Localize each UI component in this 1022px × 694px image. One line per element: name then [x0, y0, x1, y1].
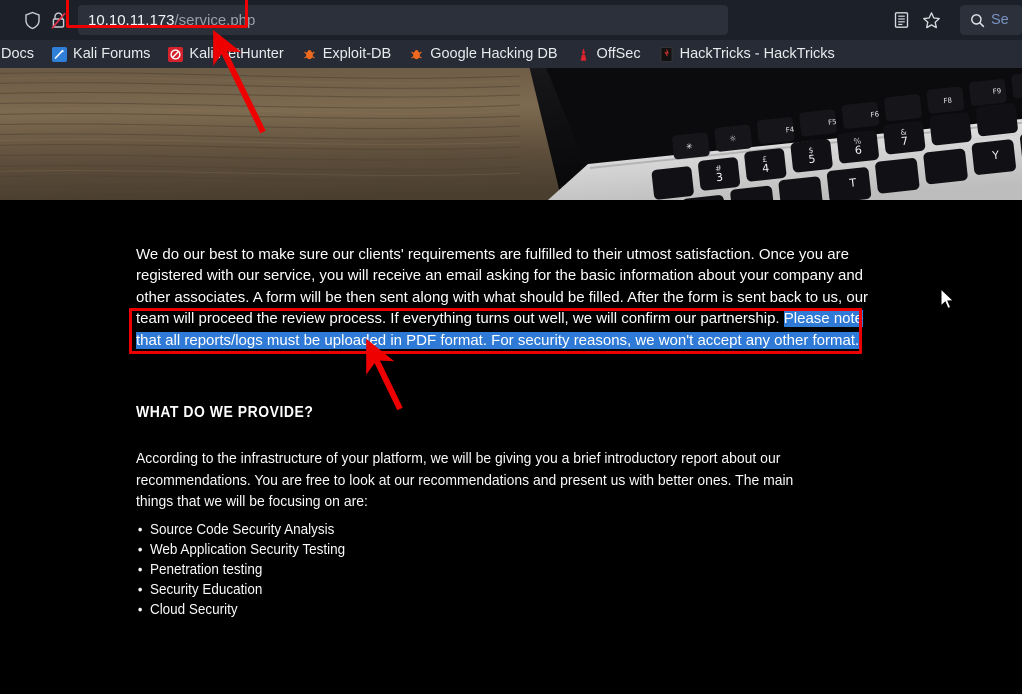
bookmarks-bar: Docs Kali Forums Kali NetHunter Exploit-… — [0, 40, 1022, 68]
kali-forums-icon — [52, 46, 68, 62]
bookmark-label: Docs — [1, 46, 35, 62]
svg-text:F6: F6 — [870, 110, 880, 119]
bookmark-label: OffSec — [596, 46, 641, 62]
intro-paragraph: We do our best to make sure our clients'… — [136, 244, 884, 351]
list-item: Security Education — [136, 579, 345, 600]
bookmark-star-icon[interactable] — [916, 5, 946, 35]
search-icon — [971, 13, 985, 27]
reader-view-icon[interactable] — [886, 5, 916, 35]
bookmark-kali-forums[interactable]: Kali Forums — [43, 46, 159, 62]
browser-toolbar: 10.10.11.173/service.php Se — [0, 0, 1022, 40]
svg-text:&: & — [900, 127, 907, 137]
browser-window: 10.10.11.173/service.php Se Docs Kali Fo… — [0, 0, 1022, 694]
list-item: Web Application Security Testing — [136, 539, 345, 560]
svg-text:#: # — [715, 164, 723, 174]
search-box[interactable]: Se — [960, 5, 1022, 35]
kali-nethunter-icon — [168, 46, 184, 62]
shield-icon[interactable] — [24, 11, 41, 30]
bookmark-label: HackTricks - HackTricks — [679, 46, 835, 62]
svg-text:F5: F5 — [828, 118, 837, 127]
list-item: Cloud Security — [136, 599, 345, 620]
svg-text:F9: F9 — [992, 87, 1001, 96]
bookmark-label: Kali NetHunter — [189, 46, 284, 62]
list-item: Source Code Security Analysis — [136, 519, 345, 540]
url-bar-container: 10.10.11.173/service.php — [66, 0, 728, 35]
hero-image: ✳ ☼ F4 F5 F6 F8 F9 3 4 5 6 7 # £ $ % & T… — [0, 68, 1022, 200]
intro-paragraph-plain: We do our best to make sure our clients'… — [136, 246, 869, 328]
bookmark-label: Exploit-DB — [322, 46, 392, 62]
insecure-lock-icon[interactable] — [50, 11, 67, 30]
toolbar-right-icons: Se — [886, 0, 1022, 40]
provide-paragraph: According to the infrastructure of your … — [136, 450, 794, 510]
bookmark-exploit-db[interactable]: Exploit-DB — [293, 46, 401, 62]
url-host: 10.10.11.173 — [88, 11, 175, 29]
services-list: Source Code Security Analysis Web Applic… — [136, 519, 345, 620]
toolbar-left-icons — [0, 11, 67, 30]
hacktricks-icon — [660, 46, 673, 62]
svg-text:☼: ☼ — [729, 134, 737, 144]
url-path: /service.php — [174, 11, 256, 29]
url-bar[interactable]: 10.10.11.173/service.php — [78, 5, 728, 35]
svg-text:F8: F8 — [943, 96, 952, 105]
bookmark-kali-nethunter[interactable]: Kali NetHunter — [159, 46, 292, 62]
bookmark-hacktricks[interactable]: HackTricks - HackTricks — [650, 46, 844, 62]
svg-text:F4: F4 — [785, 126, 795, 135]
bookmark-docs[interactable]: Docs — [0, 46, 43, 62]
offsec-icon — [580, 47, 586, 61]
bookmark-label: Kali Forums — [73, 46, 151, 62]
google-hacking-db-icon — [411, 49, 422, 59]
svg-text:%: % — [853, 136, 862, 146]
exploit-db-icon — [303, 49, 315, 59]
page-viewport: ✳ ☼ F4 F5 F6 F8 F9 3 4 5 6 7 # £ $ % & T… — [0, 68, 1022, 694]
svg-text:✳: ✳ — [685, 142, 693, 152]
bookmark-offsec[interactable]: OffSec — [567, 46, 650, 62]
bookmark-google-hacking-db[interactable]: Google Hacking DB — [400, 46, 566, 62]
list-item: Penetration testing — [136, 559, 345, 580]
bookmark-label: Google Hacking DB — [430, 46, 558, 62]
svg-text:£: £ — [762, 155, 768, 164]
svg-text:$: $ — [808, 146, 814, 155]
section-heading: WHAT DO WE PROVIDE? — [136, 404, 314, 421]
search-placeholder: Se — [991, 12, 1009, 28]
